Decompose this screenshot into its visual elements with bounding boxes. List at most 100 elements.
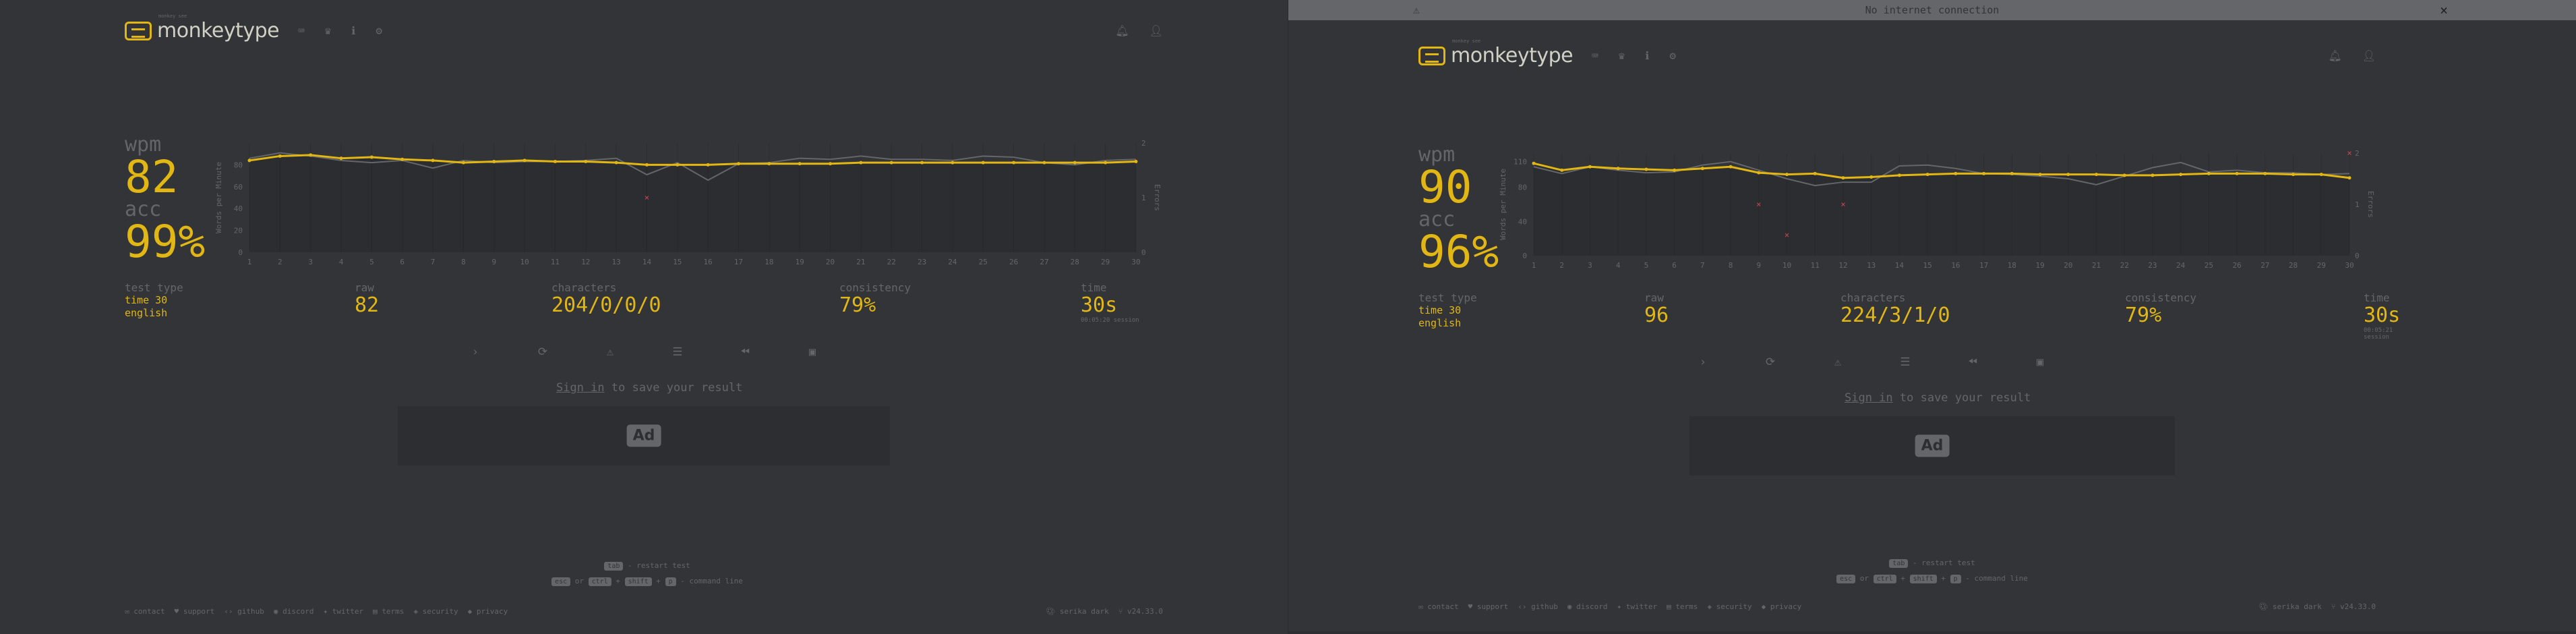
footer-link-support[interactable]: ♥ support <box>1468 602 1509 611</box>
donate-icon: ♥ <box>1468 602 1473 611</box>
footer-link-support[interactable]: ♥ support <box>175 607 215 616</box>
close-icon[interactable]: × <box>2440 2 2448 18</box>
x-tick-label: 14 <box>1895 261 1905 270</box>
keytip-or: or <box>1855 574 1874 583</box>
wpm-value: 82 <box>125 151 179 203</box>
time-label: time <box>1081 281 1107 294</box>
file-icon: ▤ <box>1667 602 1671 611</box>
result-buttons: › ⟳ ⚠ ☰ ⏪︎ ▣ <box>442 345 846 359</box>
offline-banner: ⚠ No internet connection × <box>1288 0 2576 20</box>
x-tick-label: 10 <box>520 258 529 266</box>
ad-container: Ad <box>1689 416 2175 476</box>
account-icons: 🔔︎ 👤︎ <box>1115 24 1163 37</box>
x-tick-label: 17 <box>1979 261 1988 270</box>
footer-link-twitter[interactable]: ✦ twitter <box>1617 602 1657 611</box>
y2-axis-title: Errors <box>2366 191 2375 218</box>
warning-icon[interactable]: ⚠ <box>1804 355 1871 369</box>
header: monkey see monkeytype ⌨ ♛ ℹ ⚙ 🔔︎ 👤︎ <box>125 13 1163 53</box>
words-history-button[interactable]: ☰ <box>644 345 711 359</box>
gear-icon[interactable]: ⚙ <box>1669 49 1676 62</box>
restart-button[interactable]: ⟳ <box>1737 355 1804 369</box>
bell-icon[interactable]: 🔔︎ <box>1115 24 1129 37</box>
replay-button[interactable]: ⏪︎ <box>711 345 779 359</box>
signin-link[interactable]: Sign in <box>1845 391 1893 405</box>
user-icon[interactable]: 👤︎ <box>2362 49 2376 62</box>
main-stats: wpm 90 acc 96% <box>1418 145 1499 275</box>
screenshot-button[interactable]: ▣ <box>2006 355 2074 369</box>
mail-icon: ✉ <box>125 607 129 616</box>
wpm-chart[interactable]: 0 20 40 60 80 0 1 2 1 2 3 4 5 6 7 8 9 10 11 12 13 14 15 16 17 18 1… <box>212 135 1170 277</box>
restart-button[interactable]: ⟳ <box>509 345 576 359</box>
keytip-plus-1: + <box>1896 574 1910 583</box>
crown-icon[interactable]: ♛ <box>325 24 332 37</box>
theme-button[interactable]: 🎨︎ serika dark <box>2258 602 2321 611</box>
nav-icons: ⌨ ♛ ℹ ⚙ <box>1592 49 1676 62</box>
wpm-point <box>1925 173 1929 177</box>
footer-link-github[interactable]: ‹› github <box>224 607 264 616</box>
logo[interactable]: monkey see monkeytype <box>1418 38 1574 67</box>
wpm-point <box>2179 173 2183 177</box>
footer-link-privacy[interactable]: ◆ privacy <box>468 607 508 616</box>
footer-link-discord[interactable]: ◉ discord <box>1567 602 1608 611</box>
gear-icon[interactable]: ⚙ <box>376 24 382 37</box>
footer-link-github[interactable]: ‹› github <box>1518 602 1558 611</box>
footer-link-label: support <box>183 607 215 616</box>
next-test-button[interactable]: › <box>442 345 509 359</box>
ad-badge[interactable]: Ad <box>1915 434 1950 457</box>
ad-badge[interactable]: Ad <box>626 424 661 447</box>
signin-link[interactable]: Sign in <box>556 381 605 395</box>
footer-link-label: privacy <box>476 607 508 616</box>
x-tick-label: 3 <box>1588 261 1592 270</box>
footer-link-contact[interactable]: ✉ contact <box>1418 602 1459 611</box>
consistency-value: 79% <box>2125 304 2162 327</box>
error-marker: × <box>2347 148 2352 158</box>
bell-icon[interactable]: 🔔︎ <box>2328 49 2341 62</box>
footer-link-privacy[interactable]: ◆ privacy <box>1762 602 1802 611</box>
footer-link-contact[interactable]: ✉ contact <box>125 607 165 616</box>
user-icon[interactable]: 👤︎ <box>1149 24 1163 37</box>
footer-link-security[interactable]: ◈ security <box>413 607 458 616</box>
warning-icon[interactable]: ⚠ <box>576 345 644 359</box>
version-button[interactable]: ⑂ v24.33.0 <box>1118 607 1163 616</box>
wpm-chart[interactable]: 0 40 80 110 0 1 2 1 2 3 4 5 6 7 8 9 10 11 12 13 14 15 16 17 18 19… <box>1499 145 2382 280</box>
code-icon: ‹› <box>224 607 233 616</box>
replay-button[interactable]: ⏪︎ <box>1939 355 2006 369</box>
crown-icon[interactable]: ♛ <box>1619 49 1625 62</box>
keytips: tab - restart test esc or ctrl + shift +… <box>1811 558 2054 589</box>
footer-link-terms[interactable]: ▤ terms <box>1667 602 1698 611</box>
theme-button[interactable]: 🎨︎ serika dark <box>1046 607 1108 616</box>
wpm-point <box>2235 171 2239 175</box>
branch-icon: ⑂ <box>2331 602 2336 611</box>
words-history-button[interactable]: ☰ <box>1871 355 1939 369</box>
y2-axis-title: Errors <box>1153 184 1162 211</box>
footer-link-terms[interactable]: ▤ terms <box>373 607 404 616</box>
footer-link-security[interactable]: ◈ security <box>1707 602 1751 611</box>
next-test-button[interactable]: › <box>1669 355 1737 369</box>
logo[interactable]: monkey see monkeytype <box>125 13 280 42</box>
footer-link-discord[interactable]: ◉ discord <box>274 607 314 616</box>
footer-link-twitter[interactable]: ✦ twitter <box>323 607 363 616</box>
x-tick-label: 25 <box>979 258 988 266</box>
x-tick-label: 1 <box>247 258 252 266</box>
x-tick-label: 29 <box>2317 261 2326 270</box>
footer-link-label: contact <box>1427 602 1459 611</box>
y2-tick-label: 1 <box>1141 194 1146 202</box>
keyboard-icon[interactable]: ⌨ <box>1592 49 1598 62</box>
wpm-chart-svg: 0204060800121 2 3 4 5 6 7 8 9 10 11 12 13 14 15 16 17 18 1… <box>214 139 1162 266</box>
version-button[interactable]: ⑂ v24.33.0 <box>2331 602 2376 611</box>
x-tick-label: 12 <box>1838 261 1847 270</box>
error-marker: × <box>645 193 649 202</box>
theme-label: serika dark <box>1059 607 1109 616</box>
x-tick-label: 6 <box>1672 261 1677 270</box>
screenshot-button[interactable]: ▣ <box>779 345 846 359</box>
footer-link-label: twitter <box>332 607 364 616</box>
wpm-point <box>2066 173 2070 177</box>
info-icon[interactable]: ℹ <box>351 24 355 37</box>
x-tick-label: 10 <box>1783 261 1791 270</box>
wpm-point <box>2038 173 2042 177</box>
y-tick-label: 110 <box>1514 158 1527 167</box>
file-icon: ▤ <box>373 607 378 616</box>
info-icon[interactable]: ℹ <box>1645 49 1649 62</box>
keyboard-icon[interactable]: ⌨ <box>298 24 305 37</box>
consistency-label: consistency <box>839 281 911 294</box>
